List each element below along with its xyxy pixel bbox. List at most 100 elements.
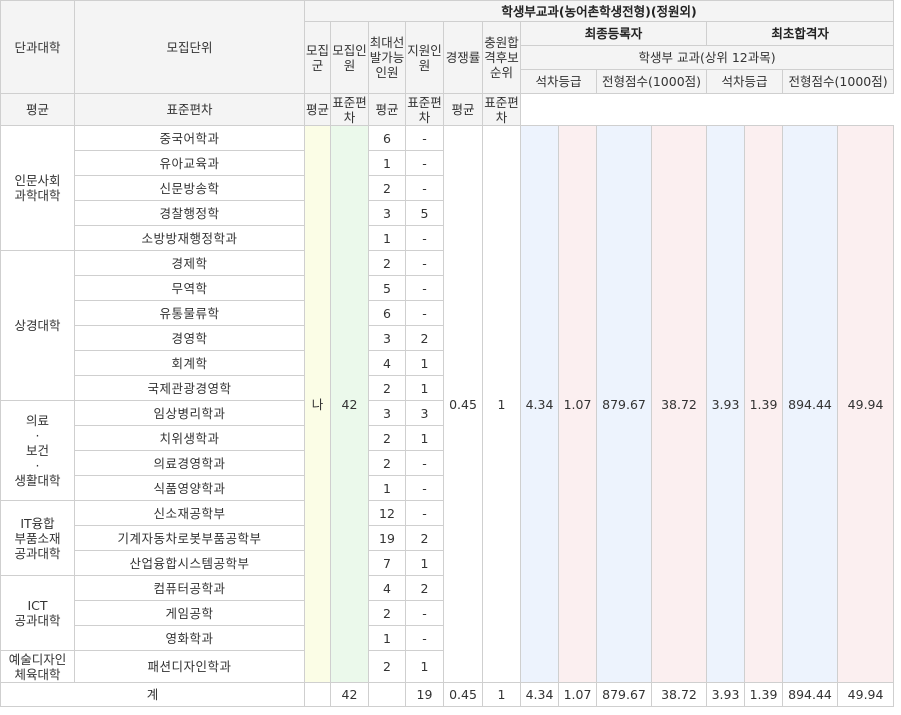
- header-recruit: 모집인원: [330, 21, 369, 94]
- total-group: [304, 682, 331, 707]
- college-cell: 인문사회 과학대학: [0, 125, 75, 251]
- college-cell: ICT 공과대학: [0, 575, 75, 651]
- unit-cell: 경제학: [74, 250, 305, 276]
- total-applicants: 19: [405, 682, 444, 707]
- unit-cell: 중국어학과: [74, 125, 305, 151]
- unit-cell: 컴퓨터공학과: [74, 575, 305, 601]
- unit-cell: 경영학: [74, 325, 305, 351]
- first-grade-avg-cell: 3.93: [706, 125, 745, 683]
- header-first-grade-std: 표준편차: [405, 93, 444, 126]
- max-cell: 1: [368, 475, 406, 501]
- max-cell: 2: [368, 250, 406, 276]
- applicants-cell: 1: [405, 550, 444, 576]
- applicants-cell: -: [405, 475, 444, 501]
- college-cell: 의료 · 보건 · 생활대학: [0, 400, 75, 501]
- recruit-cell: 42: [330, 125, 369, 683]
- unit-cell: 영화학과: [74, 625, 305, 651]
- max-cell: 1: [368, 625, 406, 651]
- total-first-grade-avg: 3.93: [706, 682, 745, 707]
- header-first-score: 전형점수(1000점): [781, 69, 895, 94]
- max-cell: 7: [368, 550, 406, 576]
- header-final-score: 전형점수(1000점): [596, 69, 707, 94]
- applicants-cell: -: [405, 600, 444, 626]
- total-first-grade-std: 1.39: [744, 682, 783, 707]
- applicants-cell: 2: [405, 325, 444, 351]
- applicants-cell: 2: [405, 525, 444, 551]
- unit-cell: 회계학: [74, 350, 305, 376]
- admission-results-table: 단과대학 모집단위 학생부교과(농어촌학생전형)(정원외) 모집군 모집인원 최…: [0, 0, 895, 707]
- total-label: 계: [0, 682, 305, 707]
- header-final-grade-std: 표준편차: [74, 93, 305, 126]
- header-competition: 경쟁률: [443, 21, 483, 94]
- applicants-cell: 5: [405, 200, 444, 226]
- header-max-selectable: 최대선발가능인원: [368, 21, 406, 94]
- applicants-cell: -: [405, 150, 444, 176]
- max-cell: 1: [368, 225, 406, 251]
- applicants-cell: -: [405, 450, 444, 476]
- college-cell: 예술디자인 체육대학: [0, 650, 75, 683]
- header-final-grade-avg: 평균: [0, 93, 75, 126]
- max-cell: 1: [368, 150, 406, 176]
- header-applicants: 지원인원: [405, 21, 444, 94]
- first-grade-std-cell: 1.39: [744, 125, 783, 683]
- applicants-cell: 2: [405, 575, 444, 601]
- applicants-cell: -: [405, 225, 444, 251]
- total-first-score-avg: 894.44: [782, 682, 838, 707]
- max-cell: 4: [368, 350, 406, 376]
- applicants-cell: -: [405, 250, 444, 276]
- max-cell: 2: [368, 175, 406, 201]
- header-final-score-avg: 평균: [304, 93, 331, 126]
- max-cell: 3: [368, 400, 406, 426]
- max-cell: 6: [368, 125, 406, 151]
- applicants-cell: 1: [405, 375, 444, 401]
- competition-cell: 0.45: [443, 125, 483, 683]
- max-cell: 2: [368, 375, 406, 401]
- max-cell: 19: [368, 525, 406, 551]
- total-waitlist: 1: [482, 682, 521, 707]
- unit-cell: 무역학: [74, 275, 305, 301]
- unit-cell: 기계자동차로봇부품공학부: [74, 525, 305, 551]
- header-group: 모집군: [304, 21, 331, 94]
- applicants-cell: -: [405, 500, 444, 526]
- first-score-std-cell: 49.94: [836, 125, 895, 683]
- total-final-grade-avg: 4.34: [520, 682, 559, 707]
- header-final-grade: 석차등급: [520, 69, 597, 94]
- max-cell: 2: [368, 425, 406, 451]
- unit-cell: 식품영양학과: [74, 475, 305, 501]
- applicants-cell: -: [405, 275, 444, 301]
- applicants-cell: -: [405, 125, 444, 151]
- header-unit: 모집단위: [74, 0, 305, 94]
- unit-cell: 유아교육과: [74, 150, 305, 176]
- max-cell: 6: [368, 300, 406, 326]
- header-main-title: 학생부교과(농어촌학생전형)(정원외): [303, 0, 895, 22]
- applicants-cell: 3: [405, 400, 444, 426]
- final-score-std-cell: 38.72: [651, 125, 707, 683]
- header-first-passed: 최초합격자: [705, 21, 895, 46]
- applicants-cell: -: [405, 625, 444, 651]
- applicants-cell: 1: [405, 650, 444, 683]
- max-cell: 3: [368, 200, 406, 226]
- waitlist-cell: 1: [482, 125, 521, 683]
- max-cell: 4: [368, 575, 406, 601]
- applicants-cell: -: [405, 300, 444, 326]
- unit-cell: 경찰행정학: [74, 200, 305, 226]
- header-first-grade-avg: 평균: [368, 93, 406, 126]
- unit-cell: 국제관광경영학: [74, 375, 305, 401]
- applicants-cell: 1: [405, 350, 444, 376]
- unit-cell: 신소재공학부: [74, 500, 305, 526]
- header-final-registered: 최종등록자: [520, 21, 707, 46]
- header-final-score-std: 표준편차: [330, 93, 369, 126]
- total-first-score-std: 49.94: [836, 682, 895, 707]
- max-cell: 2: [368, 650, 406, 683]
- final-score-avg-cell: 879.67: [596, 125, 652, 683]
- total-recruit: 42: [330, 682, 369, 707]
- header-first-grade: 석차등급: [706, 69, 783, 94]
- unit-cell: 유통물류학: [74, 300, 305, 326]
- unit-cell: 산업융합시스템공학부: [74, 550, 305, 576]
- total-competition: 0.45: [443, 682, 483, 707]
- college-cell: 상경대학: [0, 250, 75, 401]
- final-grade-std-cell: 1.07: [558, 125, 597, 683]
- max-cell: 12: [368, 500, 406, 526]
- unit-cell: 패션디자인학과: [74, 650, 305, 683]
- max-cell: 3: [368, 325, 406, 351]
